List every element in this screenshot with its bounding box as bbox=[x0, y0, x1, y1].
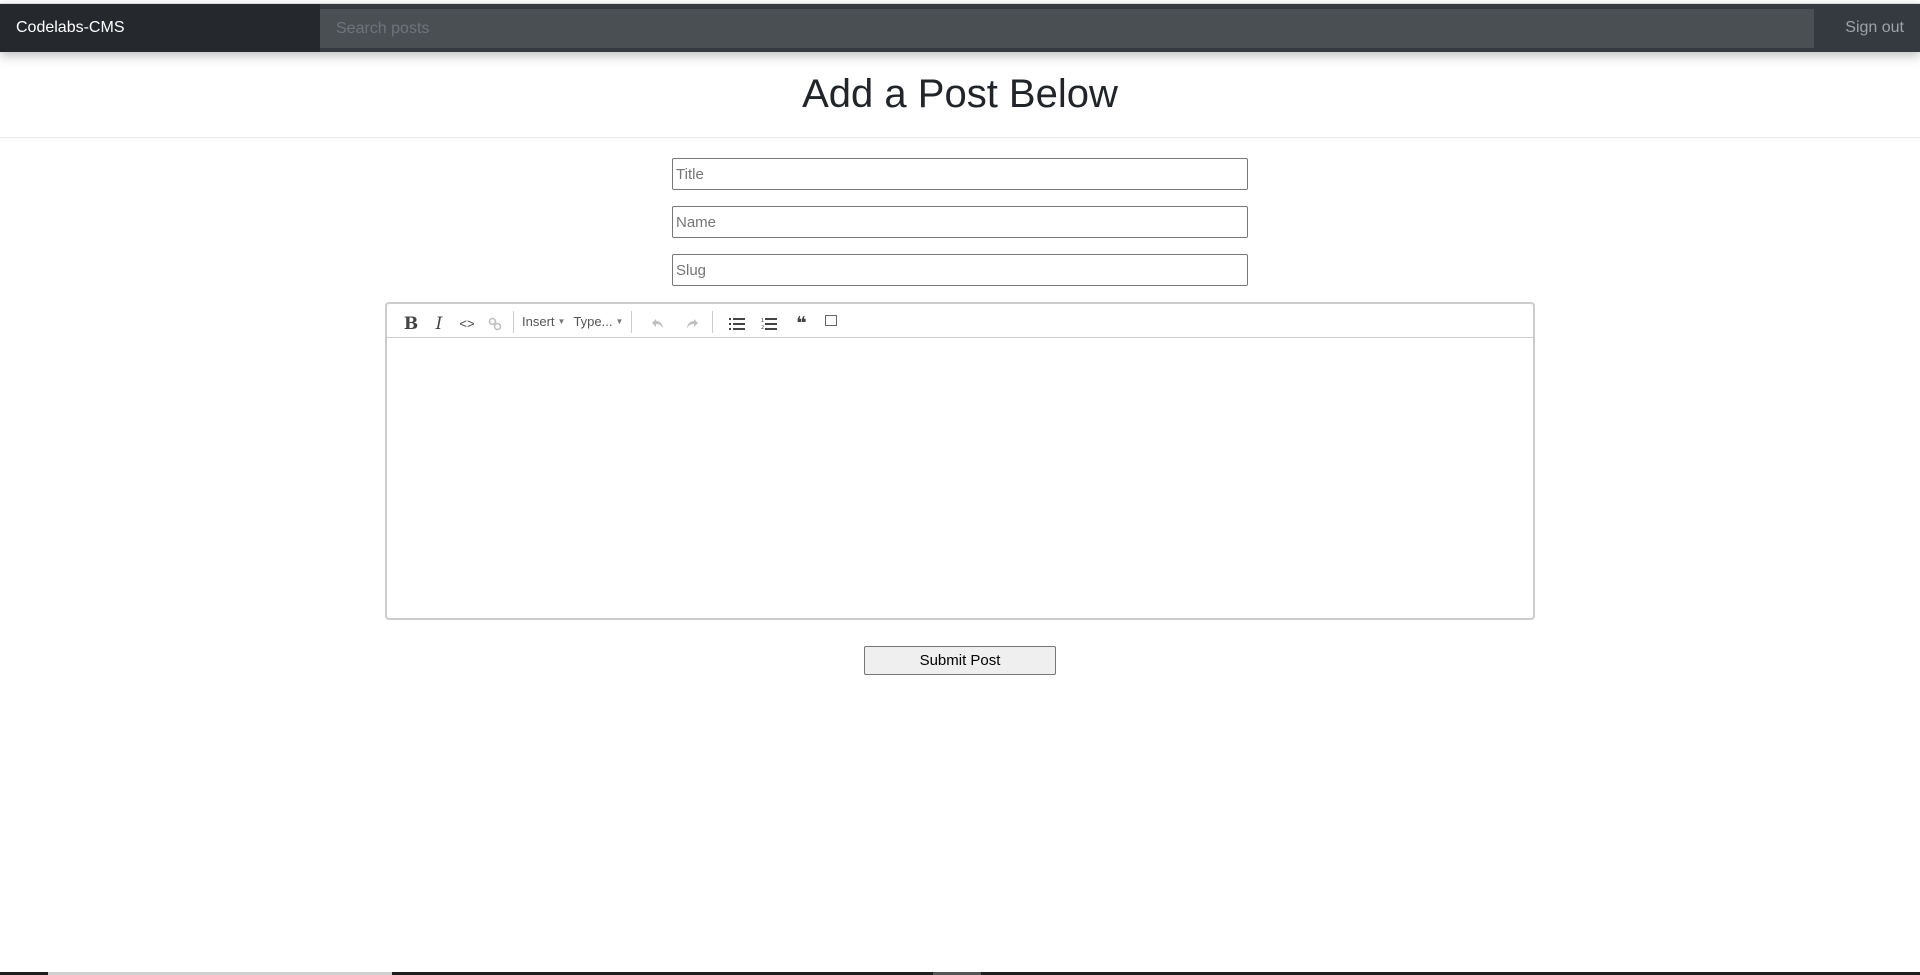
link-icon[interactable] bbox=[481, 310, 509, 338]
search-input[interactable] bbox=[320, 9, 1814, 48]
svg-text:1: 1 bbox=[761, 318, 764, 324]
toolbar-divider bbox=[712, 310, 714, 333]
title-input[interactable] bbox=[672, 158, 1248, 190]
slug-input[interactable] bbox=[672, 254, 1248, 286]
table-icon-glyph bbox=[825, 315, 838, 326]
link-icon-glyph bbox=[488, 317, 502, 330]
name-input[interactable] bbox=[672, 206, 1248, 238]
bullet-list-icon[interactable] bbox=[723, 310, 751, 338]
undo-icon-glyph bbox=[652, 318, 664, 329]
svg-text:2: 2 bbox=[761, 325, 764, 330]
caret-down-icon: ▼ bbox=[615, 317, 624, 326]
editor-toolbar: B I <> Insert ▼ Type... ▼ 1 2 ❝ bbox=[387, 304, 1533, 338]
sign-out-link[interactable]: Sign out bbox=[1814, 4, 1920, 52]
insert-dropdown[interactable]: Insert ▼ bbox=[518, 308, 569, 336]
redo-icon[interactable] bbox=[678, 310, 706, 338]
ordered-list-icon[interactable]: 1 2 bbox=[755, 310, 783, 338]
table-icon[interactable] bbox=[817, 310, 845, 338]
italic-icon[interactable]: I bbox=[425, 310, 453, 338]
bold-icon[interactable]: B bbox=[397, 310, 425, 338]
toolbar-divider bbox=[631, 310, 633, 333]
bullet-list-glyph bbox=[729, 317, 746, 330]
undo-icon[interactable] bbox=[644, 310, 672, 338]
brand-link[interactable]: Codelabs-CMS bbox=[0, 4, 320, 52]
toolbar-divider bbox=[513, 310, 514, 333]
blockquote-icon[interactable]: ❝ bbox=[787, 310, 815, 338]
page-title: Add a Post Below bbox=[802, 72, 1118, 116]
editor-content-area[interactable] bbox=[387, 338, 1533, 618]
caret-down-icon: ▼ bbox=[557, 317, 566, 326]
insert-dropdown-label: Insert bbox=[522, 314, 555, 329]
ordered-list-glyph: 1 2 bbox=[761, 318, 778, 330]
code-icon[interactable]: <> bbox=[453, 310, 481, 338]
type-dropdown[interactable]: Type... ▼ bbox=[569, 308, 627, 336]
page-header: Add a Post Below bbox=[0, 56, 1920, 138]
navbar: Codelabs-CMS Sign out bbox=[0, 3, 1920, 52]
redo-icon-glyph bbox=[687, 318, 699, 329]
rich-text-editor: B I <> Insert ▼ Type... ▼ 1 2 ❝ bbox=[385, 302, 1535, 620]
type-dropdown-label: Type... bbox=[573, 314, 613, 329]
submit-post-button[interactable]: Submit Post bbox=[864, 646, 1056, 675]
